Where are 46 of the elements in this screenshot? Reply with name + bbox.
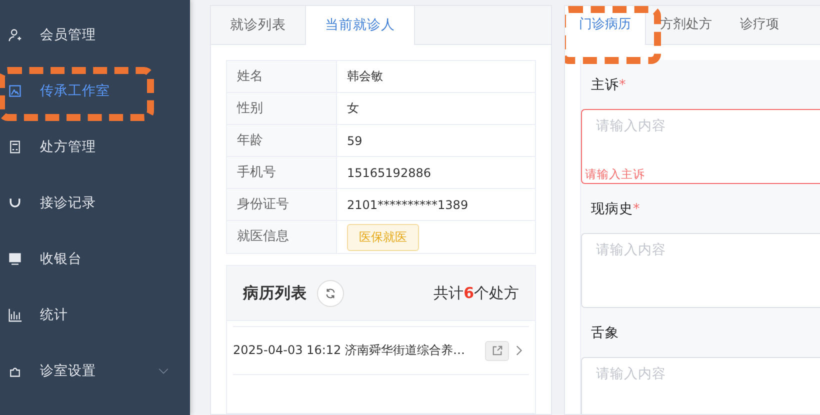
nav-label: 处方管理	[40, 138, 96, 156]
tab[interactable]: 方剂处方	[646, 6, 726, 44]
nav-label: 接诊记录	[40, 194, 96, 212]
refresh-icon	[325, 288, 336, 298]
nav-item[interactable]: 传承工作室	[0, 63, 190, 119]
refresh-button[interactable]	[317, 280, 344, 306]
info-label: 就医信息	[227, 221, 337, 253]
info-value: 59	[347, 134, 362, 148]
user-icon	[8, 28, 22, 42]
field-label: 舌象	[591, 324, 619, 342]
info-label: 年龄	[227, 125, 337, 156]
nav-label: 会员管理	[40, 26, 96, 44]
nav-label: 收银台	[40, 250, 82, 268]
insurance-tag: 医保就医	[347, 224, 419, 250]
info-label: 性别	[227, 93, 337, 124]
chart-icon	[8, 308, 22, 322]
info-label: 手机号	[227, 157, 337, 188]
info-value: 15165192886	[347, 166, 431, 180]
share-icon	[492, 345, 502, 356]
tab[interactable]: 诊疗项	[726, 6, 793, 44]
nav-item[interactable]: 会员管理	[0, 7, 190, 63]
nav-item[interactable]: 统计	[0, 287, 190, 343]
chevron-right-icon[interactable]	[516, 345, 523, 356]
record-entry[interactable]: 2025-04-03 16:12 济南舜华街道综合养…	[233, 342, 465, 359]
records-total: 共计6个处方	[434, 284, 519, 302]
info-value: 2101**********1389	[347, 198, 468, 212]
tab[interactable]: 当前就诊人	[306, 6, 415, 45]
nav-item[interactable]: 处方管理	[0, 119, 190, 175]
info-label: 姓名	[227, 61, 337, 92]
nav-item[interactable]: 接诊记录	[0, 175, 190, 231]
document-icon	[8, 140, 22, 154]
info-value: 韩会敏	[347, 68, 383, 85]
field-label: 现病史*	[591, 200, 640, 218]
records-title: 病历列表	[243, 282, 307, 304]
nav-label: 诊室设置	[40, 362, 96, 380]
monitor-icon	[8, 252, 22, 266]
field-label: 主诉*	[591, 76, 626, 94]
info-label: 身份证号	[227, 189, 337, 220]
nav-item[interactable]: 诊室设置	[0, 343, 190, 399]
share-button[interactable]	[485, 340, 509, 360]
nav-label: 传承工作室	[40, 82, 110, 100]
nav-item[interactable]: 收银台	[0, 231, 190, 287]
info-value: 女	[347, 100, 359, 117]
error-message: 请输入主诉	[585, 167, 645, 182]
nav-label: 统计	[40, 306, 68, 324]
picture-frame-icon	[8, 84, 22, 98]
